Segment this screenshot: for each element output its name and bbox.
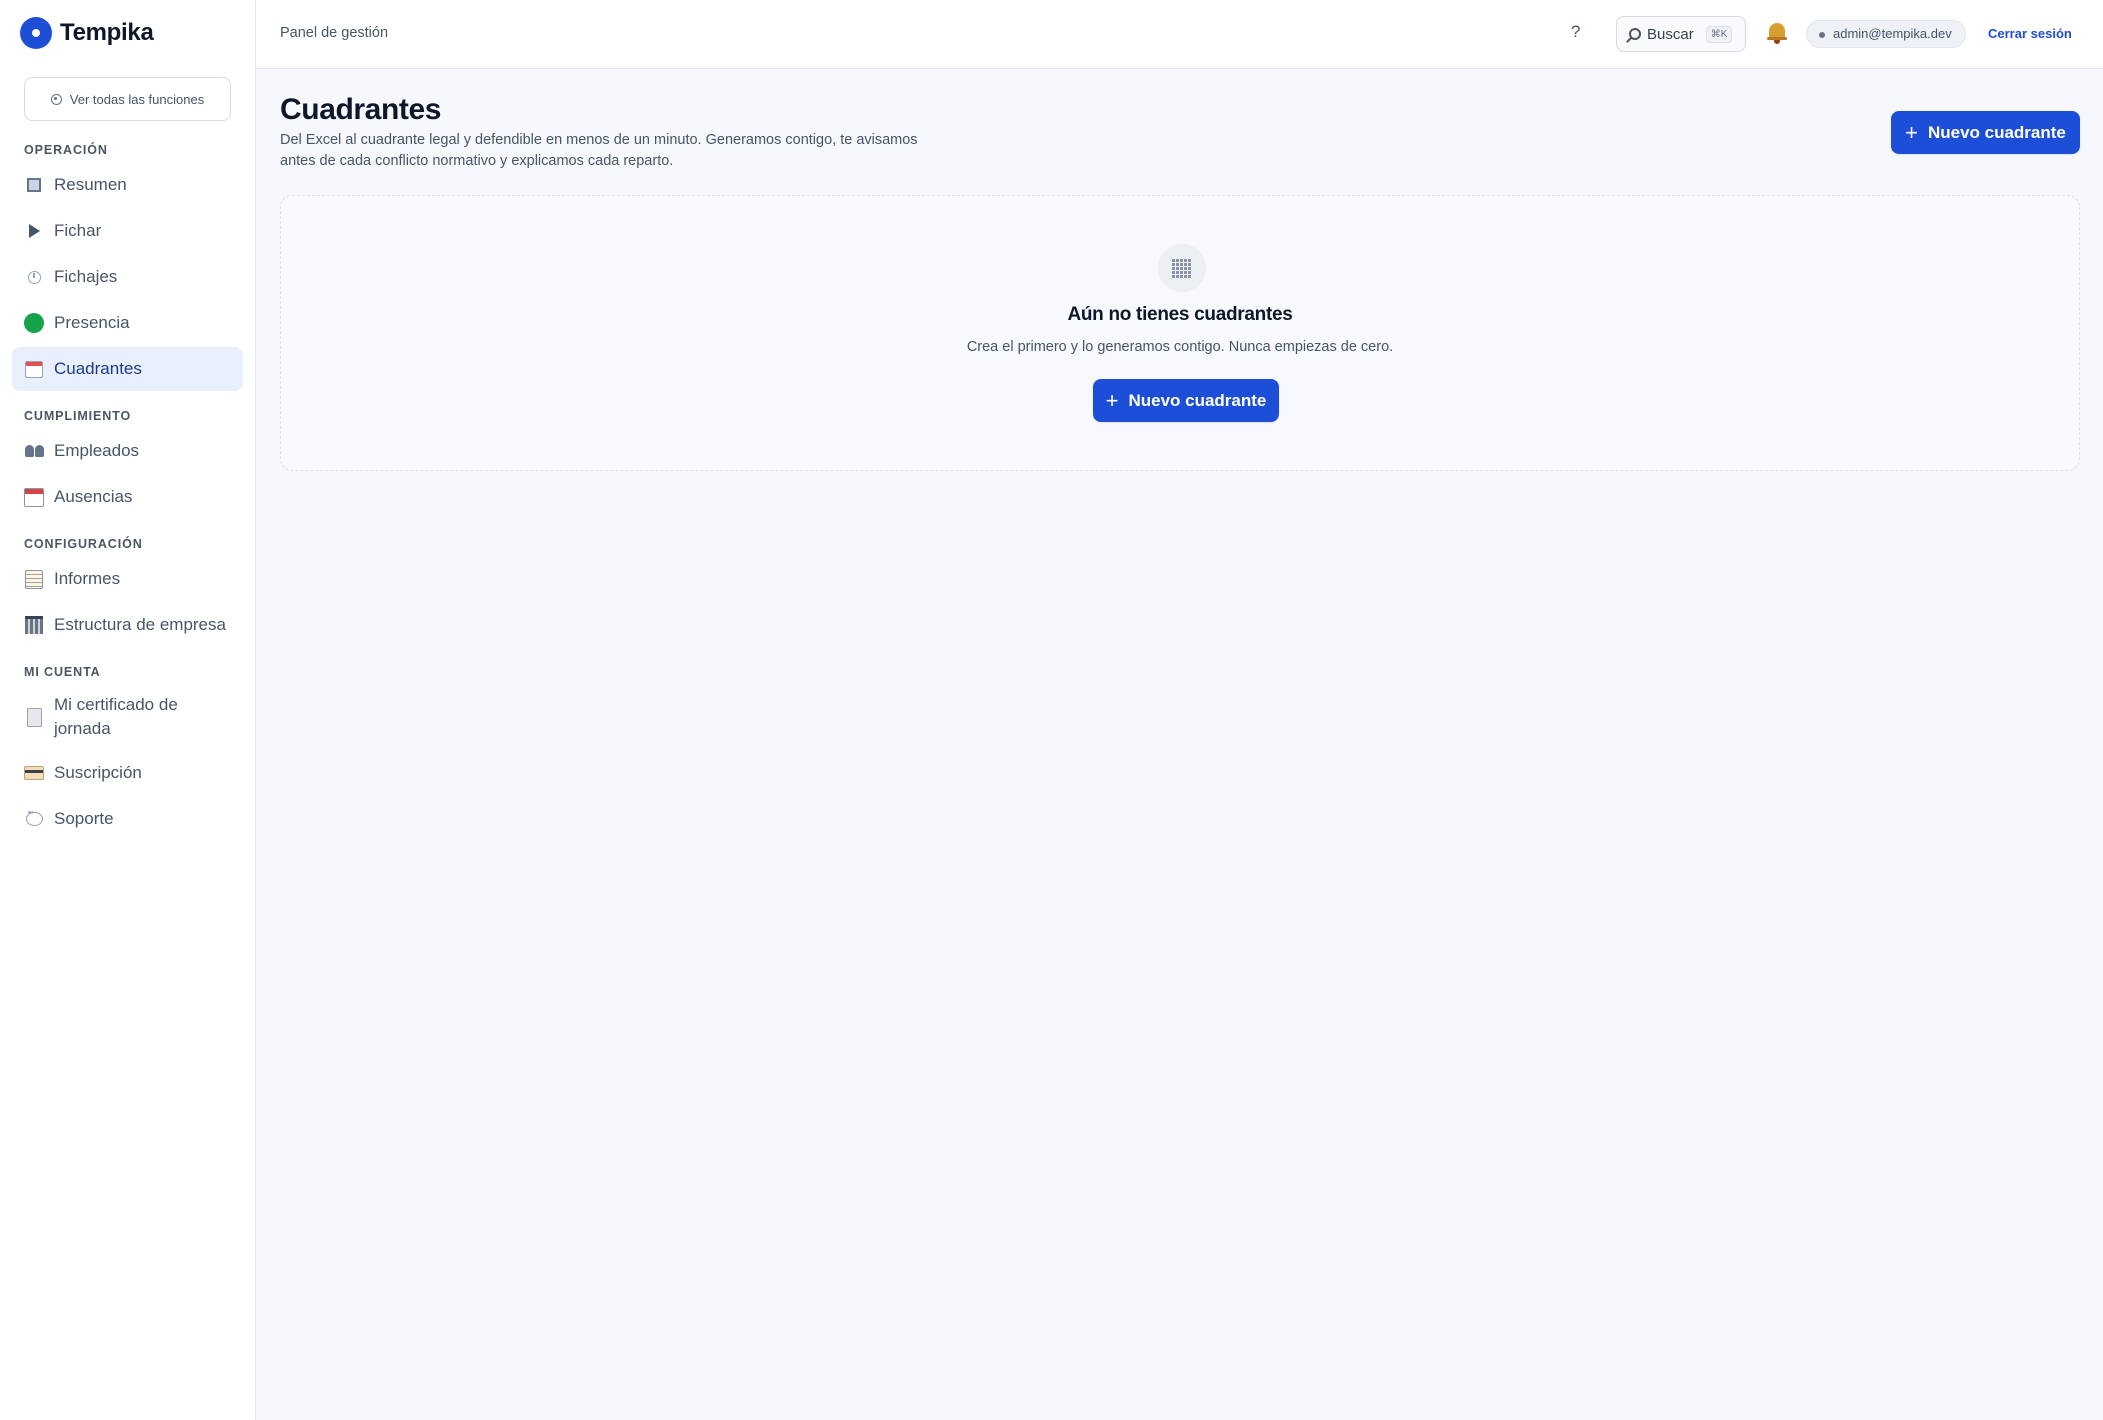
user-email-badge[interactable]: admin@tempika.dev [1806,20,1966,48]
search-label: Buscar [1647,25,1694,43]
sidebar-item-soporte[interactable]: Soporte [12,797,243,841]
page-title: Cuadrantes [280,93,442,126]
sidebar-item-label: Ausencias [54,487,133,506]
credit-card-icon [24,766,44,780]
clock-icon [27,270,41,284]
search-icon [1629,28,1641,40]
sidebar-item-label: Suscripción [54,763,142,782]
topbar: Panel de gestión ? Buscar ⌘K admin@tempi… [256,0,2103,69]
sidebar: Tempika Ver todas las funciones OPERACIÓ… [0,0,256,1420]
document-icon [26,707,42,727]
people-icon [24,445,44,457]
sidebar-item-label: Soporte [54,809,114,828]
calendar-icon [25,360,43,378]
search-button[interactable]: Buscar ⌘K [1616,16,1746,52]
search-shortcut: ⌘K [1705,25,1733,43]
target-icon [50,93,62,105]
view-all-features-label: Ver todas las funciones [69,91,205,107]
sidebar-item-mi-certificado-de-jornada[interactable]: Mi certificado de jornada [12,687,243,747]
sidebar-item-fichar[interactable]: Fichar [12,209,243,253]
sidebar-item-label: Mi certificado de jornada [54,695,178,738]
help-button[interactable]: ? [1571,22,1580,42]
sidebar-item-label: Presencia [54,313,130,332]
sidebar-item-presencia[interactable]: Presencia [12,301,243,345]
brand-name: Tempika [60,19,154,46]
sidebar-item-suscripcion[interactable]: Suscripción [12,751,243,795]
empty-state-subtitle: Crea el primero y lo generamos contigo. … [966,339,1394,355]
main-content: Panel de gestión ? Buscar ⌘K admin@tempi… [256,0,2103,1420]
sidebar-item-label: Resumen [54,175,127,194]
sidebar-item-empleados[interactable]: Empleados [12,429,243,473]
sidebar-item-label: Fichajes [54,267,118,286]
play-icon [28,224,40,238]
sidebar-item-label: Cuadrantes [54,359,142,378]
sidebar-item-fichajes[interactable]: Fichajes [12,255,243,299]
green-circle-icon [24,313,44,333]
page-description: Del Excel al cuadrante legal y defendibl… [280,132,918,169]
grid-icon [1172,258,1192,278]
section-title-mi-cuenta: MI CUENTA [24,665,101,679]
plus-icon: + [1105,387,1119,413]
speech-bubble-icon [25,808,43,826]
building-icon [25,616,43,634]
empty-state-icon-wrapper [1158,244,1206,292]
new-cuadrante-button[interactable]: + Nuevo cuadrante [1891,111,2080,154]
view-all-features-button[interactable]: Ver todas las funciones [24,77,231,121]
section-title-cumplimiento: CUMPLIMIENTO [24,409,132,423]
sidebar-item-label: Empleados [54,441,140,460]
brand-logo-icon [20,17,52,49]
section-title-configuracion: CONFIGURACIÓN [24,537,143,551]
calendar-17-icon [24,487,44,507]
sidebar-item-label: Estructura de empresa [54,615,226,634]
section-title-operacion: OPERACIÓN [24,143,108,157]
breadcrumb: Panel de gestión [280,25,389,41]
sidebar-item-cuadrantes[interactable]: Cuadrantes [12,347,243,391]
sidebar-item-ausencias[interactable]: Ausencias [12,475,243,519]
empty-state-new-cuadrante-button[interactable]: + Nuevo cuadrante [1093,379,1279,422]
new-cuadrante-label: Nuevo cuadrante [1927,122,2066,142]
ledger-icon [25,569,43,589]
empty-state-card: Aún no tienes cuadrantes Crea el primero… [280,195,2080,471]
bell-icon[interactable] [1766,21,1788,45]
sidebar-item-label: Fichar [54,221,102,240]
empty-state-button-label: Nuevo cuadrante [1128,390,1267,410]
sidebar-item-resumen[interactable]: Resumen [12,163,243,207]
sidebar-item-informes[interactable]: Informes [12,557,243,601]
sidebar-item-estructura-de-empresa[interactable]: Estructura de empresa [12,603,243,647]
sidebar-item-label: Informes [54,569,121,588]
logout-link[interactable]: Cerrar sesión [1988,26,2072,41]
brand[interactable]: Tempika [20,17,154,49]
square-icon [27,178,41,192]
empty-state-title: Aún no tienes cuadrantes [1067,304,1293,325]
plus-icon: + [1905,119,1918,145]
